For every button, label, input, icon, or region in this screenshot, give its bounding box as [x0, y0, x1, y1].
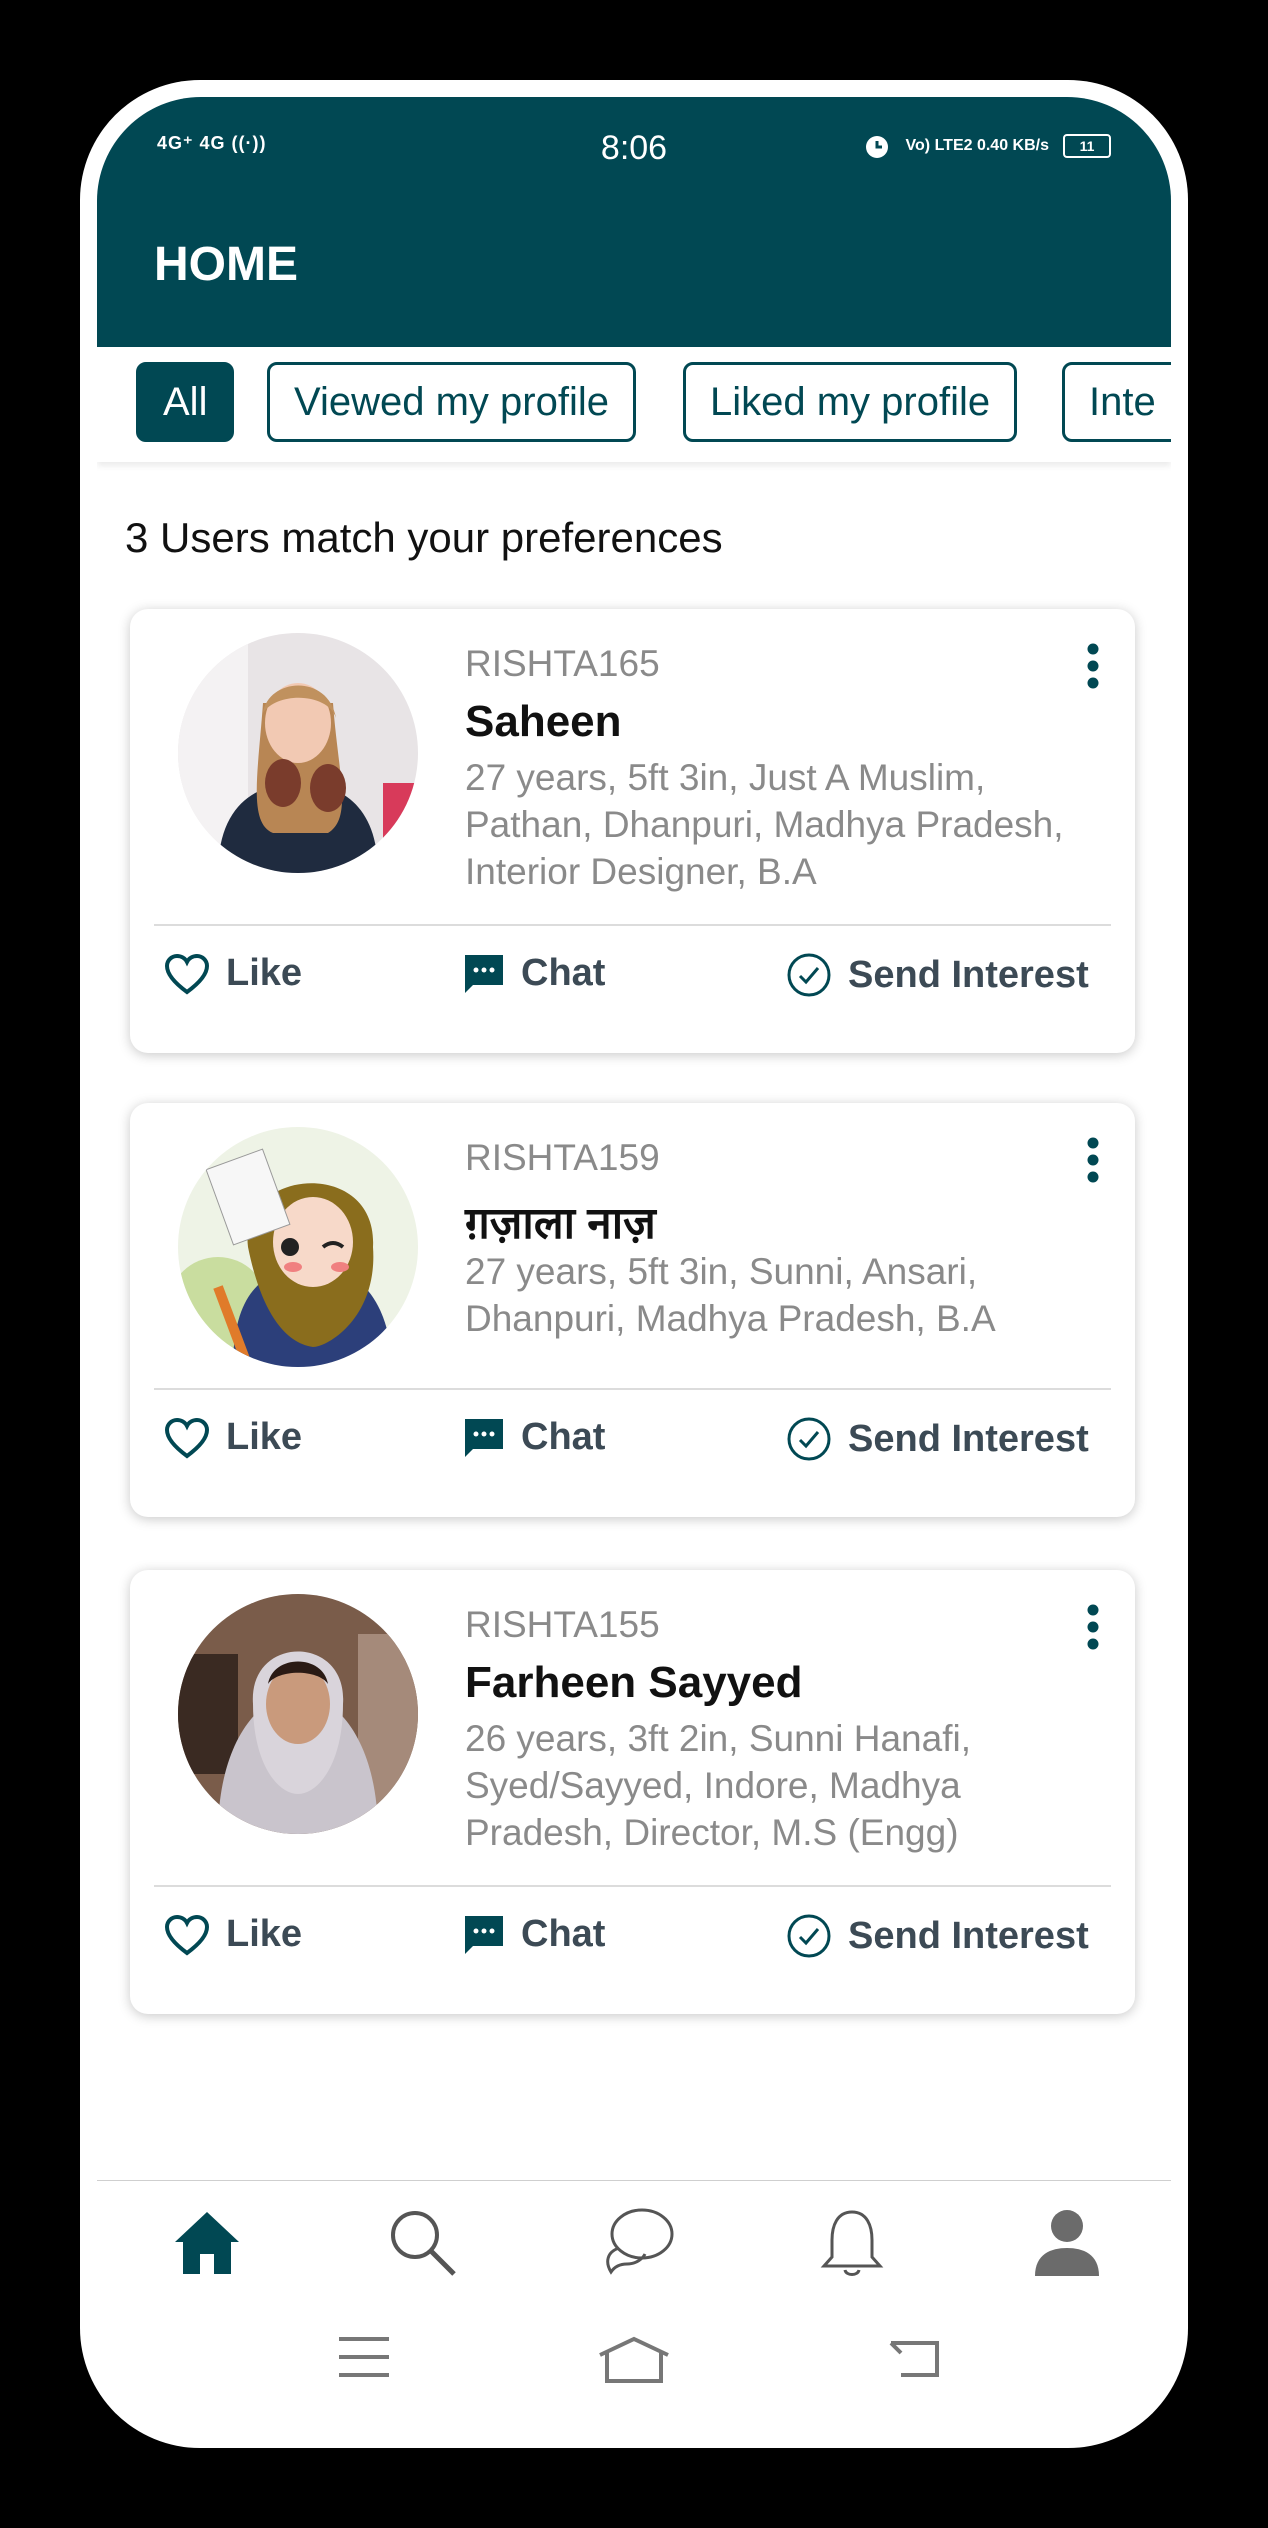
profile-card[interactable]: RISHTA159 ग़ज़ाला नाज़ 27 years, 5ft 3in… — [130, 1103, 1135, 1517]
profile-card[interactable]: RISHTA165 Saheen 27 years, 5ft 3in, Just… — [130, 609, 1135, 1053]
check-circle-icon — [787, 1417, 831, 1461]
tab-liked-my-profile[interactable]: Liked my profile — [683, 362, 1018, 442]
send-interest-button[interactable]: Send Interest — [786, 1913, 1089, 1959]
chat-button[interactable]: Chat — [463, 1416, 605, 1459]
card-divider — [154, 1388, 1111, 1390]
like-label: Like — [226, 1416, 303, 1458]
like-button[interactable]: Like — [164, 1913, 302, 1956]
tab-interests[interactable]: Inte — [1062, 362, 1171, 442]
check-circle-icon — [787, 1914, 831, 1958]
battery-icon: 11 — [1063, 134, 1111, 158]
bell-icon[interactable] — [812, 2202, 892, 2282]
profile-id: RISHTA159 — [465, 1137, 660, 1178]
heart-icon — [164, 953, 210, 994]
check-circle-icon — [787, 953, 831, 997]
heart-icon — [164, 1914, 210, 1955]
profile-name[interactable]: ग़ज़ाला नाज़ — [465, 1191, 656, 1251]
chat-label: Chat — [521, 952, 606, 994]
status-bar: 4G⁺ 4G ((·)) 8:06 Vo) LTE2 0.40 KB/s 11 — [97, 115, 1171, 185]
profile-id: RISHTA165 — [465, 643, 660, 684]
send-interest-button[interactable]: Send Interest — [786, 1416, 1089, 1462]
chat-bubble-icon[interactable] — [597, 2202, 677, 2282]
like-label: Like — [226, 952, 303, 994]
avatar[interactable] — [178, 633, 418, 873]
chat-button[interactable]: Chat — [463, 1913, 605, 1956]
chat-button[interactable]: Chat — [463, 952, 605, 995]
tab-all[interactable]: All — [136, 362, 235, 442]
heart-icon — [164, 1417, 210, 1458]
more-options-icon[interactable] — [1083, 1604, 1103, 1654]
like-button[interactable]: Like — [164, 1416, 302, 1459]
network-info: Vo) LTE2 0.40 KB/s — [905, 137, 1049, 154]
home-icon[interactable] — [167, 2202, 247, 2282]
page-title: HOME — [154, 238, 298, 291]
send-interest-label: Send Interest — [848, 953, 1089, 996]
recent-apps-icon[interactable] — [337, 2335, 391, 2379]
profile-id: RISHTA155 — [465, 1604, 660, 1645]
alarm-icon — [865, 136, 888, 158]
status-right: Vo) LTE2 0.40 KB/s 11 — [862, 131, 1111, 161]
profile-name[interactable]: Saheen — [465, 697, 622, 747]
profile-details: 27 years, 5ft 3in, Just A Muslim, Pathan… — [465, 757, 1064, 892]
like-label: Like — [226, 1913, 303, 1955]
chat-icon — [465, 954, 503, 993]
profile-icon[interactable] — [1027, 2202, 1107, 2282]
chat-icon — [465, 1418, 503, 1457]
more-options-icon[interactable] — [1083, 643, 1103, 693]
send-interest-label: Send Interest — [848, 1417, 1089, 1460]
tab-viewed-my-profile[interactable]: Viewed my profile — [267, 362, 636, 442]
app-header: 4G⁺ 4G ((·)) 8:06 Vo) LTE2 0.40 KB/s 11 … — [97, 97, 1171, 347]
send-interest-label: Send Interest — [848, 1914, 1089, 1957]
profile-name[interactable]: Farheen Sayyed — [465, 1658, 803, 1708]
system-back-icon[interactable] — [887, 2335, 941, 2379]
chat-label: Chat — [521, 1416, 606, 1458]
phone-frame: 4G⁺ 4G ((·)) 8:06 Vo) LTE2 0.40 KB/s 11 … — [80, 80, 1188, 2448]
bottom-nav-divider — [97, 2180, 1171, 2181]
avatar[interactable] — [178, 1127, 418, 1367]
system-home-icon[interactable] — [597, 2335, 671, 2385]
card-divider — [154, 1885, 1111, 1887]
filter-tabs: All Viewed my profile Liked my profile I… — [97, 347, 1171, 462]
chat-icon — [465, 1915, 503, 1954]
like-button[interactable]: Like — [164, 952, 302, 995]
search-icon[interactable] — [382, 2202, 462, 2282]
more-options-icon[interactable] — [1083, 1137, 1103, 1187]
profile-details: 27 years, 5ft 3in, Sunni, Ansari, Dhanpu… — [465, 1251, 996, 1339]
profile-details: 26 years, 3ft 2in, Sunni Hanafi, Syed/Sa… — [465, 1718, 971, 1853]
card-divider — [154, 924, 1111, 926]
match-count-text: 3 Users match your preferences — [125, 514, 723, 561]
avatar[interactable] — [178, 1594, 418, 1834]
profile-card[interactable]: RISHTA155 Farheen Sayyed 26 years, 3ft 2… — [130, 1570, 1135, 2014]
chat-label: Chat — [521, 1913, 606, 1955]
app-screen: 4G⁺ 4G ((·)) 8:06 Vo) LTE2 0.40 KB/s 11 … — [97, 97, 1171, 2431]
send-interest-button[interactable]: Send Interest — [786, 952, 1089, 998]
